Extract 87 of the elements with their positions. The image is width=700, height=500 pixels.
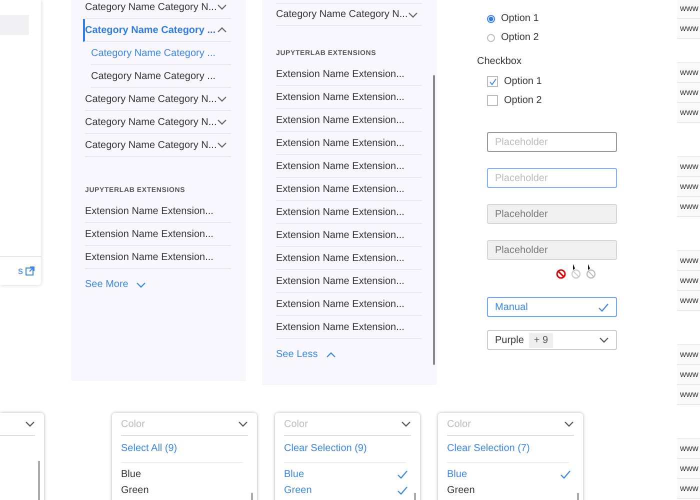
chevron-down-icon xyxy=(217,118,227,126)
select-action-link[interactable]: Clear Selection (7) xyxy=(447,443,569,463)
url-cell: www xyxy=(677,345,700,365)
select-field[interactable]: Purple + 9 xyxy=(487,330,617,350)
chevron-down-icon xyxy=(217,3,227,11)
extension-item[interactable]: Extension Name Extension... xyxy=(85,246,231,269)
extension-item[interactable]: Extension Name Extension... xyxy=(85,200,231,223)
extension-item[interactable]: Extension Name Extension... xyxy=(276,86,422,109)
url-cell: www xyxy=(677,0,700,19)
color-option[interactable]: Blue xyxy=(284,466,411,482)
color-option[interactable]: Green xyxy=(447,482,574,498)
checkmark-icon xyxy=(397,470,408,478)
url-cell: www xyxy=(677,291,700,311)
category-item[interactable]: Category Name Category N... xyxy=(85,111,231,134)
extension-item[interactable]: Extension Name Extension... xyxy=(276,293,422,316)
extension-item[interactable]: Extension Name Extension... xyxy=(276,132,422,155)
option-label: Option 1 xyxy=(501,13,539,24)
color-option[interactable]: Green xyxy=(121,482,248,498)
checkmark-icon xyxy=(560,470,571,478)
extension-item[interactable]: Extension Name Extension... xyxy=(276,247,422,270)
extension-item[interactable]: Extension Name Extension... xyxy=(276,178,422,201)
url-cell: www xyxy=(677,439,700,459)
external-link[interactable]: s xyxy=(18,266,23,276)
extension-item[interactable]: Extension Name Extension... xyxy=(276,155,422,178)
url-cell: www xyxy=(677,83,700,103)
category-item[interactable]: Category Name Category ... xyxy=(83,19,231,42)
category-item[interactable]: Category Name Category N... xyxy=(85,88,231,111)
group-title: Checkbox xyxy=(477,56,522,67)
checkmark-icon xyxy=(397,486,408,494)
url-cell: www xyxy=(677,459,700,479)
option-label: Option 1 xyxy=(504,76,542,87)
chevron-down-icon xyxy=(599,336,609,344)
url-cell: www xyxy=(677,177,700,197)
url-cell: www xyxy=(677,365,700,385)
select-field[interactable]: Manual xyxy=(487,297,617,317)
chevron-down-icon xyxy=(136,280,146,288)
category-item[interactable]: Category Name Category N... xyxy=(85,0,231,19)
url-cell: www xyxy=(677,19,700,39)
radio-button[interactable] xyxy=(487,14,495,22)
chevron-down-icon xyxy=(408,10,418,18)
radio-button[interactable] xyxy=(487,34,495,42)
cursor-not-allowed-icon xyxy=(585,264,596,279)
color-option[interactable]: Green xyxy=(284,482,411,498)
cursor-not-allowed-icon xyxy=(570,264,581,279)
not-allowed-icon xyxy=(556,269,566,279)
chevron-up-icon xyxy=(326,350,336,358)
extension-item[interactable]: Extension Name Extension... xyxy=(276,63,422,86)
extension-item[interactable]: Extension Name Extension... xyxy=(276,224,422,247)
url-cell: www xyxy=(677,63,700,83)
chevron-up-icon xyxy=(217,26,227,34)
url-cell: www xyxy=(677,479,700,499)
extension-item[interactable]: Extension Name Extension... xyxy=(276,316,422,339)
count-badge: + 9 xyxy=(528,332,554,348)
color-option[interactable]: Blue xyxy=(121,466,248,482)
category-item[interactable]: Category Name Category N... xyxy=(85,134,231,157)
color-option[interactable]: Blue xyxy=(447,466,574,482)
option-label: Option 2 xyxy=(504,95,542,106)
checkmark-icon xyxy=(598,302,609,312)
url-cell: www xyxy=(677,385,700,405)
select-action-link[interactable]: Select All (9) xyxy=(121,443,243,463)
checkbox[interactable] xyxy=(487,95,498,106)
url-cell: www xyxy=(677,271,700,291)
chevron-down-icon xyxy=(217,95,227,103)
option-label: Option 2 xyxy=(501,32,539,43)
chevron-down-icon xyxy=(217,141,227,149)
checkmark-icon xyxy=(488,78,496,86)
category-item[interactable]: Category Name Category N... xyxy=(276,3,422,26)
extension-item[interactable]: Extension Name Extension... xyxy=(85,223,231,246)
subcategory-item[interactable]: Category Name Category ... xyxy=(91,65,231,88)
url-cell: www xyxy=(677,197,700,217)
url-cell: www xyxy=(677,157,700,177)
extension-item[interactable]: Extension Name Extension... xyxy=(276,201,422,224)
text-input[interactable]: Placeholder xyxy=(487,168,617,188)
extension-item[interactable]: Extension Name Extension... xyxy=(276,270,422,293)
chevron-down-icon xyxy=(238,420,248,428)
chevron-down-icon xyxy=(401,420,411,428)
url-cell: www xyxy=(677,251,700,271)
text-input[interactable]: Placeholder xyxy=(487,132,617,152)
url-cell: www xyxy=(677,103,700,123)
external-link-icon xyxy=(25,266,35,276)
select-action-link[interactable]: Clear Selection (9) xyxy=(284,443,406,463)
chevron-down-icon xyxy=(564,420,574,428)
scrollbar[interactable] xyxy=(38,461,40,500)
checkbox[interactable] xyxy=(487,76,498,87)
chevron-down-icon xyxy=(25,420,35,428)
extension-item[interactable]: Extension Name Extension... xyxy=(276,109,422,132)
scrollbar[interactable] xyxy=(433,75,435,365)
